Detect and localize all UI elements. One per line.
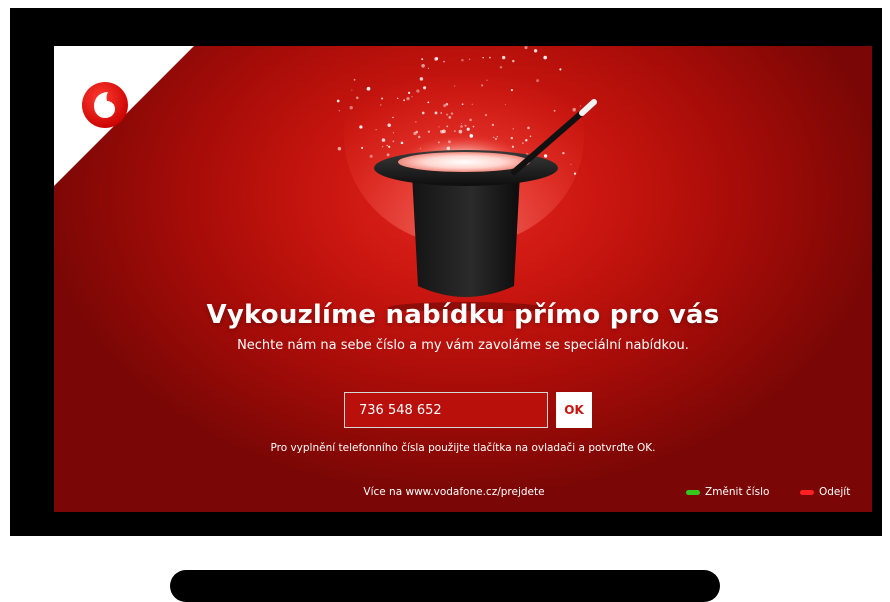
sparkle [434,57,438,61]
sparkle [489,56,491,59]
change-number-action[interactable]: Změnit číslo [686,486,769,498]
sparkle [536,79,540,83]
sparkle [338,110,340,112]
footer-url-text: Více na www.vodafone.cz/prejdete [363,486,545,498]
sparkle [419,77,424,81]
sparkle [443,60,445,63]
sparkle [427,67,429,69]
offer-subline: Nechte nám na sebe číslo a my vám zavolá… [237,338,689,353]
sparkle [351,89,353,91]
change-number-label: Změnit číslo [705,486,770,498]
phone-number-input[interactable] [344,392,548,428]
sparkle [461,58,464,62]
sparkle [524,46,528,50]
exit-action[interactable]: Odejít [800,486,850,498]
sparkle [336,99,340,103]
exit-label: Odejít [819,486,851,498]
sparkle [502,55,506,60]
sparkle [421,58,424,60]
sparkle [349,106,353,110]
sparkle [353,78,356,81]
sparkle [482,56,484,59]
red-button-icon [800,489,814,495]
sparkle [486,79,488,81]
sparkle [533,49,538,53]
sparkle [543,55,547,60]
sparkle [499,65,503,69]
green-button-icon [686,489,700,495]
tv-frame: Vykouzlíme nabídku přímo pro vás Nechte … [10,8,882,536]
sparkle [468,58,471,60]
remote-hint-text: Pro vyplnění telefonního čísla použijte … [270,442,656,454]
offer-headline: Vykouzlíme nabídku přímo pro vás [206,300,720,330]
magic-top-hat-icon [374,99,597,311]
ok-button[interactable]: OK [556,392,592,428]
sparkle [512,59,515,63]
tv-screen: Vykouzlíme nabídku přímo pro vás Nechte … [54,46,872,512]
sparkle [421,63,425,68]
sparkle [559,68,562,71]
vodafone-speechmark-icon [82,82,128,128]
sparkle [337,146,342,151]
tv-stand [170,570,720,602]
